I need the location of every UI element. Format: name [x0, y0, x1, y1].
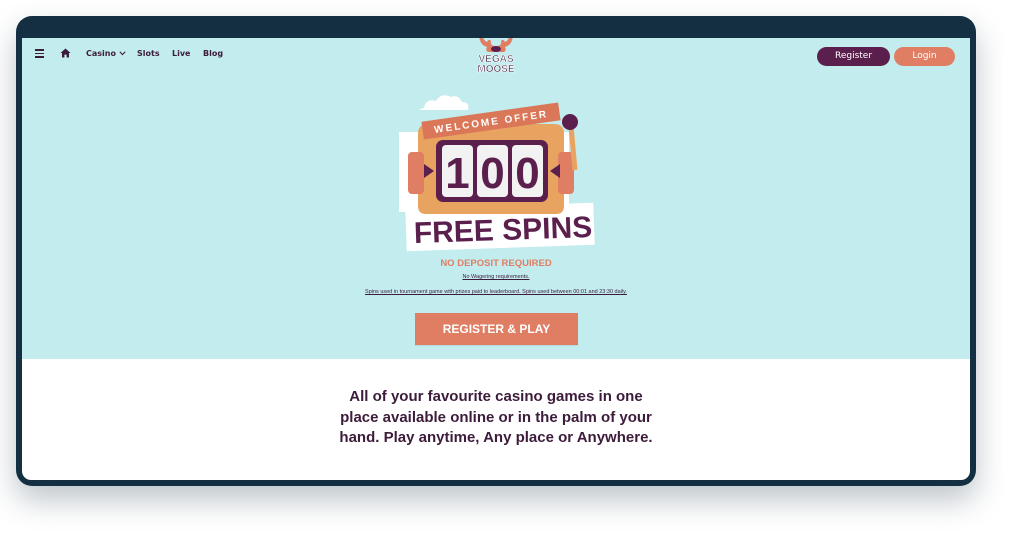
top-nav: Casino Slots Live Blog VEGAS MOOSE Regis… [22, 38, 970, 76]
reel-digit-3: 0 [515, 149, 539, 198]
no-wagering-link[interactable]: No Wagering requirements. [22, 274, 970, 280]
nav-casino[interactable]: Casino [86, 49, 126, 58]
left-side-panel [408, 152, 424, 194]
hamburger-icon[interactable] [35, 49, 44, 58]
free-spins-text: FREE SPINS [413, 211, 592, 250]
reel-digit-1: 1 [445, 149, 469, 198]
spins-terms-link[interactable]: Spins used in tournament game with prize… [22, 289, 970, 295]
register-button[interactable]: Register [817, 47, 890, 66]
home-icon[interactable] [60, 48, 71, 58]
welcome-offer-banner: WELCOME OFFER 1 0 0 FREE SPINS [399, 95, 595, 252]
logo-text-moose: MOOSE [477, 64, 515, 75]
tagline: All of your favourite casino games in on… [339, 388, 653, 446]
lever-knob [562, 114, 578, 130]
nav-slots[interactable]: Slots [137, 49, 160, 58]
nav-blog[interactable]: Blog [203, 49, 223, 58]
no-deposit-text: NO DEPOSIT REQUIRED [440, 258, 552, 269]
login-button[interactable]: Login [894, 47, 955, 66]
cloud-decoration [419, 95, 469, 110]
device-frame: Casino Slots Live Blog VEGAS MOOSE Regis… [16, 16, 976, 486]
reel-digit-2: 0 [480, 149, 504, 198]
browser-viewport: Casino Slots Live Blog VEGAS MOOSE Regis… [22, 38, 970, 480]
nav-casino-label: Casino [86, 49, 116, 58]
register-and-play-button[interactable]: REGISTER & PLAY [415, 313, 578, 345]
nav-live[interactable]: Live [172, 49, 190, 58]
hero-section: Casino Slots Live Blog VEGAS MOOSE Regis… [22, 38, 970, 359]
chevron-down-icon [119, 51, 126, 56]
vegas-moose-logo[interactable]: VEGAS MOOSE [474, 38, 518, 76]
